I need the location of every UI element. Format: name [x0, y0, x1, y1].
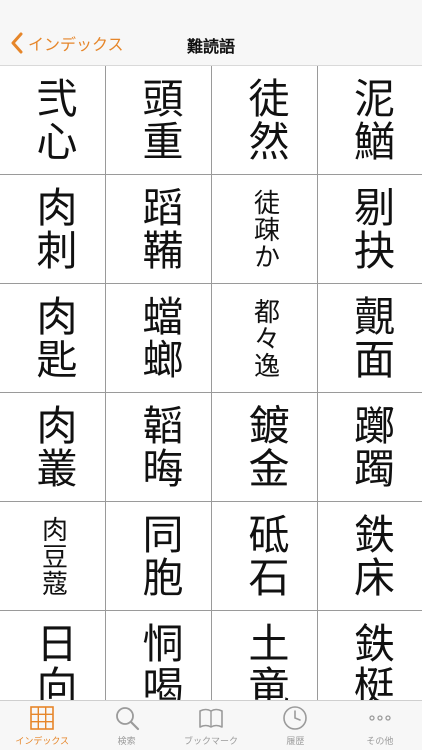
word-cell[interactable]: 蟷螂 [106, 284, 212, 393]
tab-label: インデックス [15, 737, 70, 747]
word-cell[interactable]: 鉄床 [318, 502, 422, 611]
tab-label: 検索 [117, 737, 136, 747]
word-text: 鉄梃 [346, 622, 395, 700]
word-text: 肉叢 [29, 404, 77, 490]
word-cell[interactable]: 躑躅 [318, 393, 422, 502]
word-cell[interactable]: 恫喝 [106, 611, 212, 700]
word-cell[interactable]: 日向 [0, 611, 106, 700]
word-text: 泥鰌 [346, 77, 395, 163]
tab-clock[interactable]: 履歴 [253, 701, 337, 750]
word-text: 恫喝 [135, 622, 183, 700]
grid-icon [30, 706, 55, 730]
word-text: 土竜 [241, 622, 289, 700]
word-cell[interactable]: 韜晦 [106, 393, 212, 502]
word-cell[interactable]: 鍍金 [212, 393, 318, 502]
word-cell[interactable]: 肉豆蔻 [0, 502, 106, 611]
word-text: 鍍金 [241, 404, 289, 490]
search-icon [115, 707, 139, 731]
word-text: 躑躅 [346, 404, 395, 490]
word-cell[interactable]: 肉匙 [0, 284, 106, 393]
tab-label: ブックマーク [184, 737, 239, 747]
tab-bar: インデックス 検索 ブックマーク 履歴 その他 [0, 700, 422, 750]
word-cell[interactable]: 同胞 [106, 502, 212, 611]
word-text: 頭重 [135, 77, 183, 163]
word-cell[interactable]: 泥鰌 [318, 66, 422, 175]
word-grid: 弐心 頭重 徒然 泥鰌肉刺 蹈鞴 徒疎か 剔抉肉匙 蟷螂 都々逸 覿面肉叢 韜晦 鍍金 躑躅肉豆蔻 同胞砥… [0, 66, 422, 700]
word-cell[interactable]: 徒疎か [212, 175, 318, 284]
word-text: 覿面 [346, 295, 395, 381]
clock-icon [283, 706, 308, 730]
tab-grid[interactable]: インデックス [0, 701, 84, 750]
page-title: 難読語 [186, 37, 235, 56]
tab-book[interactable]: ブックマーク [169, 701, 253, 750]
word-text: 韜晦 [135, 404, 183, 490]
word-text: 肉刺 [29, 186, 77, 272]
word-cell[interactable]: 砥石 [212, 502, 318, 611]
word-cell[interactable]: 土竜 [212, 611, 318, 700]
word-cell[interactable]: 肉刺 [0, 175, 106, 284]
word-cell[interactable]: 覿面 [318, 284, 422, 393]
book-icon [199, 708, 223, 728]
word-cell[interactable]: 肉叢 [0, 393, 106, 502]
word-cell[interactable]: 弐心 [0, 66, 106, 175]
word-text: 鉄床 [346, 513, 395, 599]
word-text: 徒疎か [249, 188, 280, 270]
word-cell[interactable]: 蹈鞴 [106, 175, 212, 284]
tab-search[interactable]: 検索 [84, 701, 168, 750]
navigation-bar: インデックス 難読語 [0, 0, 422, 66]
word-text: 都々逸 [249, 297, 280, 379]
word-cell[interactable]: 都々逸 [212, 284, 318, 393]
word-text: 砥石 [241, 513, 289, 599]
word-cell[interactable]: 頭重 [106, 66, 212, 175]
word-text: 日向 [29, 622, 77, 700]
word-text: 剔抉 [346, 186, 395, 272]
word-text: 蟷螂 [135, 295, 183, 381]
word-text: 蹈鞴 [135, 186, 183, 272]
word-cell[interactable]: 鉄梃 [318, 611, 422, 700]
word-text: 弐心 [29, 77, 77, 163]
more-icon [369, 715, 391, 721]
tab-label: 履歴 [286, 737, 305, 747]
word-text: 肉豆蔻 [37, 515, 68, 597]
tab-more[interactable]: その他 [338, 701, 422, 750]
word-cell[interactable]: 剔抉 [318, 175, 422, 284]
word-text: 徒然 [241, 77, 289, 163]
word-cell[interactable]: 徒然 [212, 66, 318, 175]
word-text: 同胞 [135, 513, 183, 599]
word-text: 肉匙 [29, 295, 77, 381]
tab-label: その他 [366, 737, 394, 747]
